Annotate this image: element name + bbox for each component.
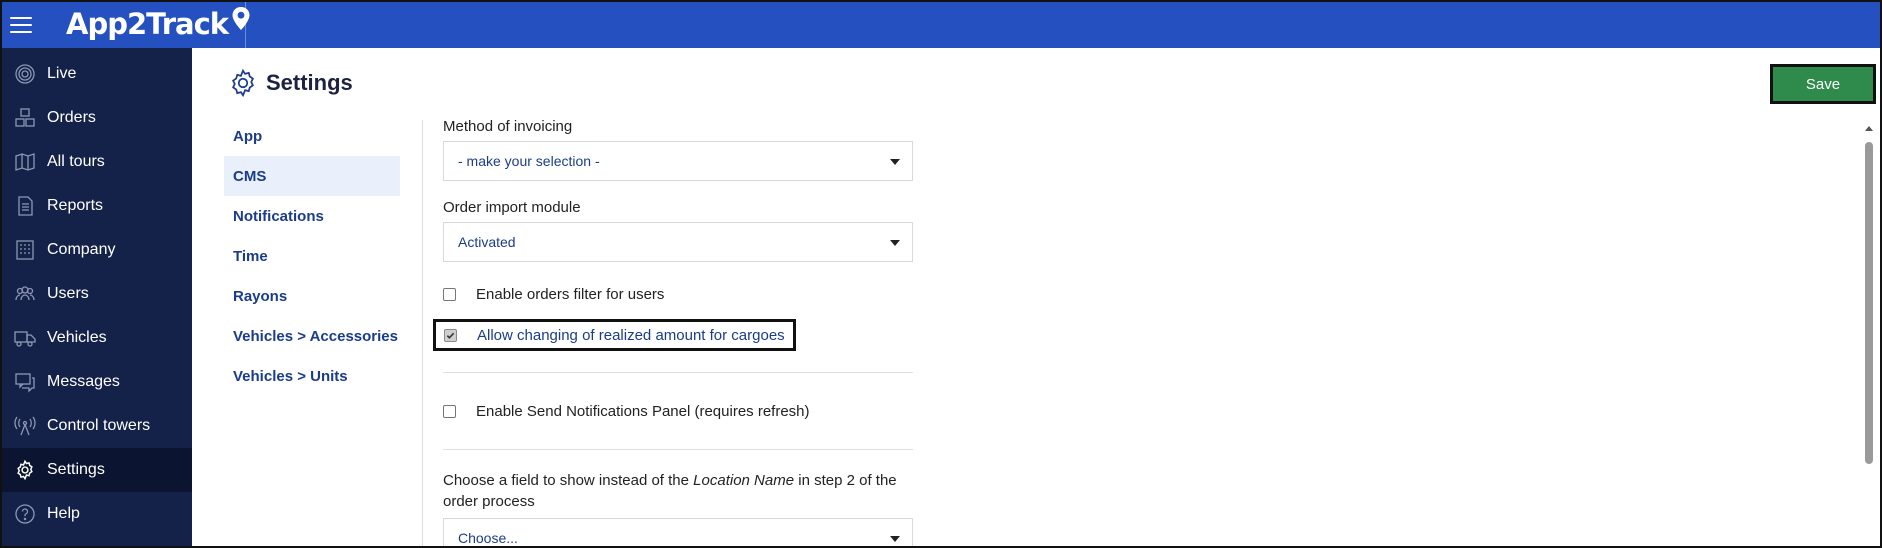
building-icon (14, 239, 36, 261)
settings-gear-icon (232, 68, 254, 98)
subnav-item-vehicles-units[interactable]: Vehicles > Units (224, 356, 400, 396)
invoicing-select-value: - make your selection - (458, 153, 600, 169)
sidebar-item-users[interactable]: Users (2, 272, 192, 316)
sidebar-item-help[interactable]: Help (2, 492, 192, 536)
send-notifications-row: Enable Send Notifications Panel (require… (443, 397, 913, 425)
display-field-select-value: Choose... (458, 530, 518, 546)
caret-down-icon (890, 536, 900, 542)
sidebar-item-label: Messages (47, 373, 120, 390)
settings-subnav: App CMS Notifications Time Rayons Vehicl… (224, 116, 400, 396)
help-icon (14, 503, 36, 525)
hamburger-menu-icon[interactable] (10, 12, 32, 36)
realized-amount-label: Allow changing of realized amount for ca… (477, 326, 785, 344)
send-notifications-checkbox[interactable] (443, 404, 456, 418)
caret-down-icon (890, 240, 900, 246)
page-title: Settings (266, 70, 353, 95)
sidebar-item-settings[interactable]: Settings (2, 448, 192, 492)
realized-amount-checkbox[interactable] (444, 328, 457, 342)
subnav-item-notifications[interactable]: Notifications (224, 196, 400, 236)
send-notifications-label: Enable Send Notifications Panel (require… (476, 402, 810, 420)
sidebar-item-vehicles[interactable]: Vehicles (2, 316, 192, 360)
section-divider (422, 120, 423, 546)
sidebar-item-label: Reports (47, 197, 104, 214)
sidebar-item-label: Live (47, 65, 77, 82)
subnav-item-app[interactable]: App (224, 116, 400, 156)
gear-icon (14, 459, 36, 481)
sidebar-item-label: Settings (47, 461, 105, 478)
users-icon (14, 283, 36, 305)
scroll-up-arrow-icon[interactable] (1865, 126, 1873, 131)
page-header: Settings (228, 68, 353, 98)
sidebar-item-company[interactable]: Company (2, 228, 192, 272)
import-module-select-value: Activated (458, 234, 516, 250)
map-icon (14, 151, 36, 173)
subnav-item-vehicles-accessories[interactable]: Vehicles > Accessories (224, 316, 400, 356)
cms-settings-form: Method of invoicing - make your selectio… (433, 118, 913, 546)
orders-filter-checkbox[interactable] (443, 287, 456, 301)
truck-icon (14, 327, 36, 349)
app-logo[interactable]: App2Track (66, 4, 252, 44)
app-window: App2Track Live Orders All tours Reports … (0, 0, 1882, 548)
display-field-label-emphasis: Location Name (693, 472, 795, 489)
subnav-item-cms[interactable]: CMS (224, 156, 400, 196)
display-field-select[interactable]: Choose... (443, 518, 913, 546)
sidebar: Live Orders All tours Reports Company Us… (2, 48, 192, 546)
scrollbar-thumb[interactable] (1865, 142, 1873, 464)
sidebar-item-all-tours[interactable]: All tours (2, 140, 192, 184)
top-bar: App2Track (2, 2, 1880, 48)
tower-icon (14, 415, 36, 437)
messages-icon (14, 371, 36, 393)
orders-filter-row: Enable orders filter for users (443, 280, 913, 308)
checkmark-icon (446, 332, 455, 339)
sidebar-item-label: Vehicles (47, 329, 107, 346)
caret-down-icon (890, 159, 900, 165)
scrollbar[interactable] (1862, 120, 1876, 540)
import-module-select[interactable]: Activated (443, 222, 913, 262)
location-pin-icon (232, 7, 250, 30)
sidebar-item-control-towers[interactable]: Control towers (2, 404, 192, 448)
sidebar-item-label: Orders (47, 109, 96, 126)
import-module-label: Order import module (443, 199, 581, 216)
sidebar-item-label: All tours (47, 153, 105, 170)
orders-icon (14, 107, 36, 129)
display-field-label-text: Choose a field to show instead of the (443, 472, 689, 489)
invoicing-label: Method of invoicing (443, 118, 573, 135)
sidebar-item-label: Help (47, 505, 80, 522)
display-field-label: Choose a field to show instead of the Lo… (443, 470, 903, 512)
save-button[interactable]: Save (1770, 64, 1876, 104)
subnav-item-rayons[interactable]: Rayons (224, 276, 400, 316)
subnav-item-time[interactable]: Time (224, 236, 400, 276)
invoicing-select[interactable]: - make your selection - (443, 141, 913, 181)
logo-text: App2Track (66, 7, 229, 41)
sidebar-item-orders[interactable]: Orders (2, 96, 192, 140)
form-divider (443, 372, 913, 373)
sidebar-item-label: Company (47, 241, 116, 258)
orders-filter-label: Enable orders filter for users (476, 285, 665, 303)
sidebar-item-messages[interactable]: Messages (2, 360, 192, 404)
sidebar-item-label: Users (47, 285, 89, 302)
live-icon (14, 63, 36, 85)
report-icon (14, 195, 36, 217)
sidebar-item-label: Control towers (47, 417, 151, 434)
realized-amount-highlight: Allow changing of realized amount for ca… (433, 319, 796, 351)
main-content: Settings Save App CMS Notifications Time… (192, 48, 1880, 546)
topbar-divider (245, 2, 246, 48)
sidebar-item-live[interactable]: Live (2, 52, 192, 96)
form-divider (443, 449, 913, 450)
sidebar-item-reports[interactable]: Reports (2, 184, 192, 228)
realized-amount-row: Allow changing of realized amount for ca… (433, 318, 913, 352)
